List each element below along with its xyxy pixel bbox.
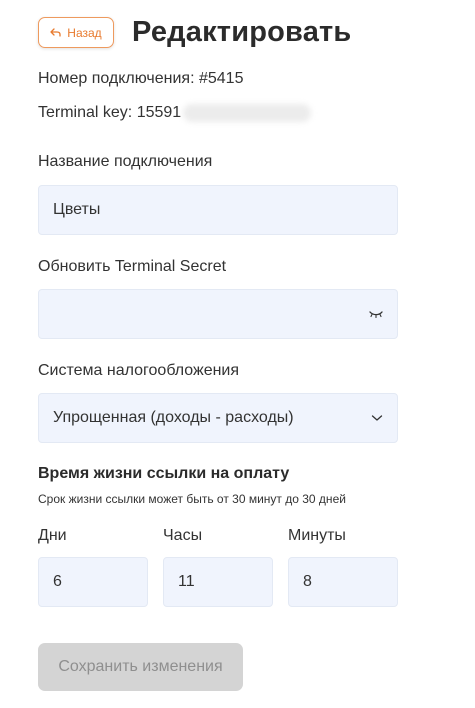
back-arrow-icon — [50, 28, 61, 37]
secret-label: Обновить Terminal Secret — [38, 258, 227, 275]
minutes-value: 8 — [303, 573, 312, 590]
header: Назад Редактировать — [38, 16, 351, 49]
days-label: Дни — [38, 527, 67, 544]
connection-number: Номер подключения: #5415 — [38, 70, 244, 87]
tax-system-value: Упрощенная (доходы - расходы) — [53, 409, 294, 426]
name-label: Название подключения — [38, 153, 213, 170]
hours-input[interactable]: 11 — [163, 557, 273, 607]
chevron-down-icon — [371, 415, 383, 421]
terminal-key: Terminal key: 15591 — [38, 104, 182, 121]
terminal-secret-input[interactable] — [38, 289, 398, 339]
link-lifetime-hint: Срок жизни ссылки может быть от 30 минут… — [38, 492, 346, 506]
eye-closed-icon[interactable] — [369, 310, 383, 318]
hours-label: Часы — [163, 527, 203, 544]
back-button[interactable]: Назад — [38, 17, 114, 48]
days-value: 6 — [53, 573, 62, 590]
tax-system-select[interactable]: Упрощенная (доходы - расходы) — [38, 393, 398, 443]
back-label: Назад — [67, 25, 102, 40]
days-input[interactable]: 6 — [38, 557, 148, 607]
redacted-mask — [183, 104, 312, 122]
minutes-input[interactable]: 8 — [288, 557, 398, 607]
save-button[interactable]: Сохранить изменения — [38, 643, 243, 691]
connection-name-input[interactable]: Цветы — [38, 185, 398, 235]
hours-value: 11 — [178, 573, 195, 590]
terminal-key-row: Terminal key: 15591 — [38, 104, 312, 122]
tax-label: Система налогообложения — [38, 362, 240, 379]
link-lifetime-title: Время жизни ссылки на оплату — [38, 465, 290, 482]
minutes-label: Минуты — [288, 527, 346, 544]
page-title: Редактировать — [132, 16, 352, 48]
connection-name-value: Цветы — [53, 201, 101, 218]
